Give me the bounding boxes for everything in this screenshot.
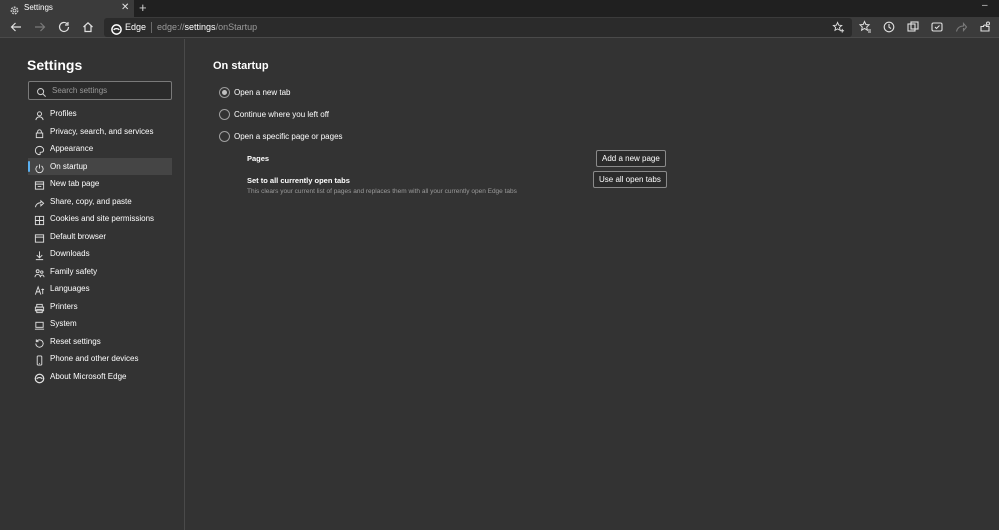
option-label: Open a new tab (234, 88, 291, 97)
url-path: /onStartup (215, 22, 258, 32)
sidebar-item-label: New tab page (50, 179, 100, 188)
newtab-icon (34, 178, 45, 190)
new-tab-button[interactable]: + (139, 1, 147, 15)
sidebar-item-system[interactable]: System (28, 315, 172, 333)
radio-open-new-tab[interactable] (219, 87, 230, 98)
share-icon (34, 196, 45, 207)
search-icon (36, 85, 47, 97)
edge-icon (34, 371, 45, 383)
extensions-icon[interactable] (978, 20, 992, 34)
url-scheme: edge:// (157, 22, 185, 32)
sidebar-item-privacy[interactable]: Privacy, search, and services (28, 123, 172, 141)
refresh-icon[interactable] (57, 20, 71, 34)
gear-icon (9, 3, 20, 15)
sidebar-item-share-copy-paste[interactable]: Share, copy, and paste (28, 193, 172, 211)
family-icon (34, 266, 45, 277)
web-capture-icon[interactable] (930, 20, 944, 34)
phone-icon (34, 353, 45, 366)
page-title: On startup (213, 60, 269, 72)
sidebar-item-printers[interactable]: Printers (28, 298, 172, 316)
browser-icon (34, 231, 45, 243)
sidebar-item-default-browser[interactable]: Default browser (28, 228, 172, 246)
sidebar-item-label: Profiles (50, 109, 77, 118)
sidebar-item-downloads[interactable]: Downloads (28, 245, 172, 263)
settings-content: On startup Open a new tab Continue where… (186, 39, 999, 530)
add-new-page-button[interactable]: Add a new page (596, 150, 666, 167)
sidebar-item-label: Languages (50, 284, 90, 293)
url-host: settings (184, 22, 216, 32)
collections-icon[interactable] (906, 20, 920, 34)
sidebar-item-new-tab-page[interactable]: New tab page (28, 175, 172, 193)
sidebar-item-on-startup[interactable]: On startup (28, 157, 172, 175)
settings-sidebar: Settings Profiles Privacy, search, and s… (0, 39, 185, 530)
pages-label: Pages (247, 154, 270, 163)
power-icon (34, 161, 45, 173)
search-box[interactable] (28, 81, 172, 100)
search-input[interactable] (52, 83, 167, 98)
option-label: Open a specific page or pages (234, 132, 343, 141)
add-favorite-icon[interactable] (832, 21, 845, 34)
lock-icon (34, 126, 45, 138)
sidebar-item-label: Default browser (50, 231, 107, 241)
toolbar: Edge edge://settings/onStartup (0, 17, 999, 38)
history-icon[interactable] (882, 20, 896, 34)
palette-icon (34, 143, 45, 156)
address-divider (151, 22, 152, 33)
radio-continue[interactable] (219, 109, 230, 120)
share-toolbar-icon[interactable] (954, 20, 968, 34)
sidebar-item-label: Phone and other devices (50, 354, 139, 363)
radio-specific-pages[interactable] (219, 131, 230, 142)
minimize-button[interactable]: – (982, 0, 988, 11)
favorites-icon[interactable] (858, 20, 872, 34)
tab-title: Settings (24, 3, 53, 12)
sidebar-item-profiles[interactable]: Profiles (28, 105, 172, 123)
option-label: Continue where you left off (234, 110, 330, 119)
cookie-icon (34, 213, 45, 226)
close-tab-icon[interactable]: ✕ (121, 2, 129, 14)
sidebar-item-label: System (50, 319, 77, 328)
sidebar-item-cookies[interactable]: Cookies and site permissions (28, 210, 172, 228)
language-icon (34, 283, 45, 295)
sidebar-item-label: Printers (50, 301, 78, 311)
url-text[interactable]: edge://settings/onStartup (157, 22, 257, 32)
home-icon[interactable] (81, 20, 95, 34)
sidebar-item-label: Share, copy, and paste (50, 196, 132, 206)
edge-logo-icon (111, 22, 122, 35)
sidebar-title: Settings (27, 57, 83, 73)
sidebar-item-label: Cookies and site permissions (50, 214, 155, 223)
reset-icon (34, 336, 45, 348)
sidebar-item-languages[interactable]: Languages (28, 280, 172, 298)
back-icon[interactable] (9, 20, 23, 34)
sidebar-item-appearance[interactable]: Appearance (28, 140, 172, 158)
sidebar-item-family-safety[interactable]: Family safety (28, 263, 172, 281)
sidebar-item-label: Downloads (50, 249, 90, 258)
printer-icon (34, 301, 45, 313)
sidebar-nav: Profiles Privacy, search, and services A… (28, 105, 172, 385)
sidebar-item-reset-settings[interactable]: Reset settings (28, 333, 172, 351)
laptop-icon (34, 318, 45, 330)
tab-settings[interactable]: Settings ✕ (0, 0, 134, 17)
sidebar-item-label: On startup (50, 161, 88, 171)
set-open-tabs-description: This clears your current list of pages a… (247, 188, 517, 195)
download-icon (34, 248, 45, 261)
tab-strip: Settings ✕ + – (0, 0, 999, 17)
sidebar-item-label: Reset settings (50, 336, 101, 346)
sidebar-item-label: Privacy, search, and services (50, 126, 154, 136)
sidebar-item-label: About Microsoft Edge (50, 371, 127, 381)
sidebar-item-about-edge[interactable]: About Microsoft Edge (28, 368, 172, 386)
address-bar[interactable]: Edge edge://settings/onStartup (104, 18, 852, 37)
set-open-tabs-label: Set to all currently open tabs (247, 176, 350, 185)
use-all-open-tabs-button[interactable]: Use all open tabs (593, 171, 667, 188)
sidebar-item-label: Family safety (50, 266, 98, 276)
profile-icon (34, 108, 45, 121)
forward-icon[interactable] (33, 20, 47, 34)
sidebar-item-label: Appearance (50, 144, 94, 153)
sidebar-item-phone-devices[interactable]: Phone and other devices (28, 350, 172, 368)
site-label: Edge (125, 22, 147, 32)
